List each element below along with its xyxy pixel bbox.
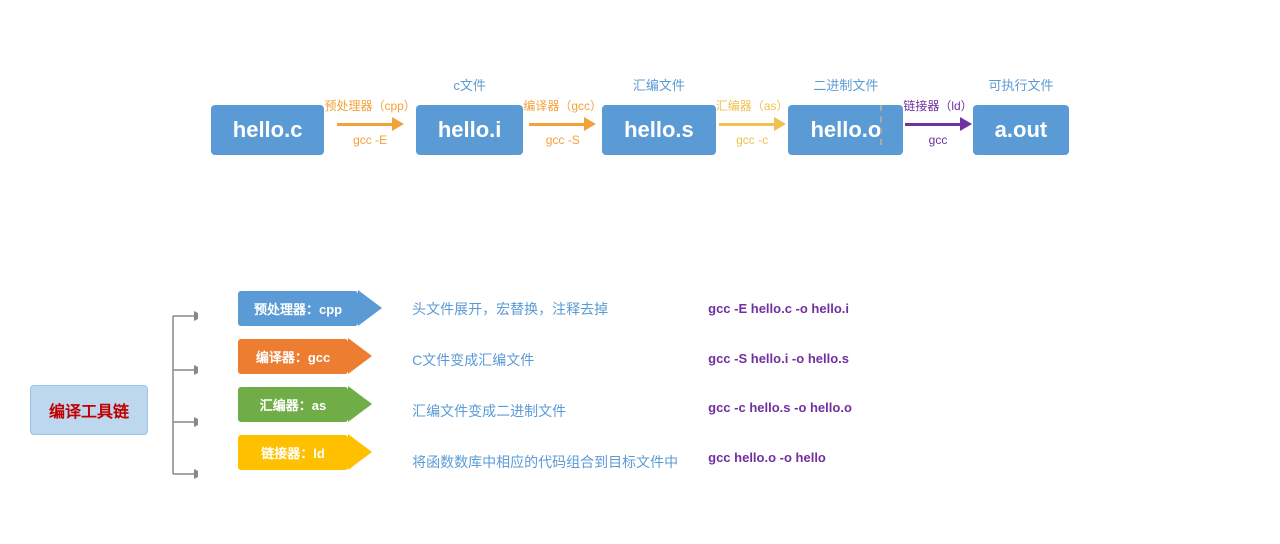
- tool-box-ld: 链接器：ld: [238, 435, 348, 470]
- toolchain-label: 编译工具链: [30, 385, 148, 435]
- stage-label-a-out: 可执行文件: [988, 75, 1053, 93]
- stage-box-hello-s: hello.s: [602, 105, 716, 155]
- cmd-as: gcc -c hello.s -o hello.o: [708, 389, 852, 427]
- tools-column: 预处理器：cpp 编译器：gcc 汇编器：as 链接器：ld: [238, 290, 382, 470]
- stage-box-hello-c: hello.c: [211, 105, 325, 155]
- tool-box-as: 汇编器：as: [238, 387, 348, 422]
- stage-box-hello-i: hello.i: [416, 105, 524, 155]
- stage-box-a-out: a.out: [973, 105, 1070, 155]
- tool-row-as: 汇编器：as: [238, 386, 382, 422]
- arrow-linker: 链接器（ld） gcc: [903, 81, 972, 148]
- tool-row-gcc: 编译器：gcc: [238, 338, 382, 374]
- arrow-compiler: 编译器（gcc） gcc -S: [523, 81, 602, 148]
- stage-hello-o: 二进制文件 hello.o: [788, 75, 903, 155]
- toolchain-section: 编译工具链 预处理器：cpp 编译器：gcc 汇编器：as 链接器：ld: [0, 250, 1280, 540]
- tool-row-cpp: 预处理器：cpp: [238, 290, 382, 326]
- tool-arrow-cpp: [358, 290, 382, 326]
- arrow4-bottom-label: gcc: [929, 133, 948, 149]
- stage-box-hello-o: hello.o: [788, 105, 903, 155]
- stage-a-out: 可执行文件 a.out: [973, 75, 1070, 155]
- desc-column: 头文件展开，宏替换，注释去掉 C文件变成汇编文件 汇编文件变成二进制文件 将函数…: [412, 290, 678, 482]
- desc-cpp: 头文件展开，宏替换，注释去掉: [412, 290, 678, 329]
- arrow-assembler: 汇编器（as） gcc -c: [716, 81, 789, 148]
- pipeline: . hello.c 预处理器（cpp） gcc -E c文件 hello.i 编…: [20, 75, 1260, 155]
- dashed-divider: [880, 105, 882, 145]
- cmd-ld: gcc hello.o -o hello: [708, 439, 852, 477]
- cmd-gcc: gcc -S hello.i -o hello.s: [708, 340, 852, 378]
- arrow4-head: [960, 117, 972, 131]
- arrow-preprocessor: 预处理器（cpp） gcc -E: [324, 81, 415, 148]
- arrow3-line: [719, 123, 774, 126]
- arrow2-head: [584, 117, 596, 131]
- pipeline-section: . hello.c 预处理器（cpp） gcc -E c文件 hello.i 编…: [0, 0, 1280, 230]
- desc-as: 汇编文件变成二进制文件: [412, 392, 678, 431]
- arrow1-top-label: 预处理器（cpp）: [324, 99, 415, 115]
- stage-label-hello-i: c文件: [453, 75, 486, 93]
- tool-box-cpp: 预处理器：cpp: [238, 291, 358, 326]
- stage-label-hello-o: 二进制文件: [813, 75, 878, 93]
- stage-hello-i: c文件 hello.i: [416, 75, 524, 155]
- stage-label-hello-s: 汇编文件: [633, 75, 685, 93]
- arrow2-bottom-label: gcc -S: [546, 133, 580, 149]
- arrow2-line: [529, 123, 584, 126]
- stage-hello-s: 汇编文件 hello.s: [602, 75, 716, 155]
- tool-box-gcc: 编译器：gcc: [238, 339, 348, 374]
- arrow1-line: [337, 123, 392, 126]
- cmd-column: gcc -E hello.c -o hello.i gcc -S hello.i…: [708, 290, 852, 476]
- arrow4-line: [905, 123, 960, 126]
- stage-hello-c: . hello.c: [211, 75, 325, 155]
- arrow3-top-label: 汇编器（as）: [716, 99, 789, 115]
- arrow4-top-label: 链接器（ld）: [903, 99, 972, 115]
- arrow2-top-label: 编译器（gcc）: [523, 99, 602, 115]
- tool-arrow-gcc: [348, 338, 372, 374]
- desc-gcc: C文件变成汇编文件: [412, 341, 678, 380]
- desc-ld: 将函数数库中相应的代码组合到目标文件中: [412, 443, 678, 482]
- arrow3-bottom-label: gcc -c: [736, 133, 768, 149]
- tool-arrow-ld: [348, 434, 372, 470]
- arrow1-bottom-label: gcc -E: [353, 133, 387, 149]
- tool-arrow-as: [348, 386, 372, 422]
- cmd-cpp: gcc -E hello.c -o hello.i: [708, 290, 852, 328]
- branch-connector-svg: [148, 290, 198, 500]
- arrow3-head: [774, 117, 786, 131]
- arrow1-head: [392, 117, 404, 131]
- tool-row-ld: 链接器：ld: [238, 434, 382, 470]
